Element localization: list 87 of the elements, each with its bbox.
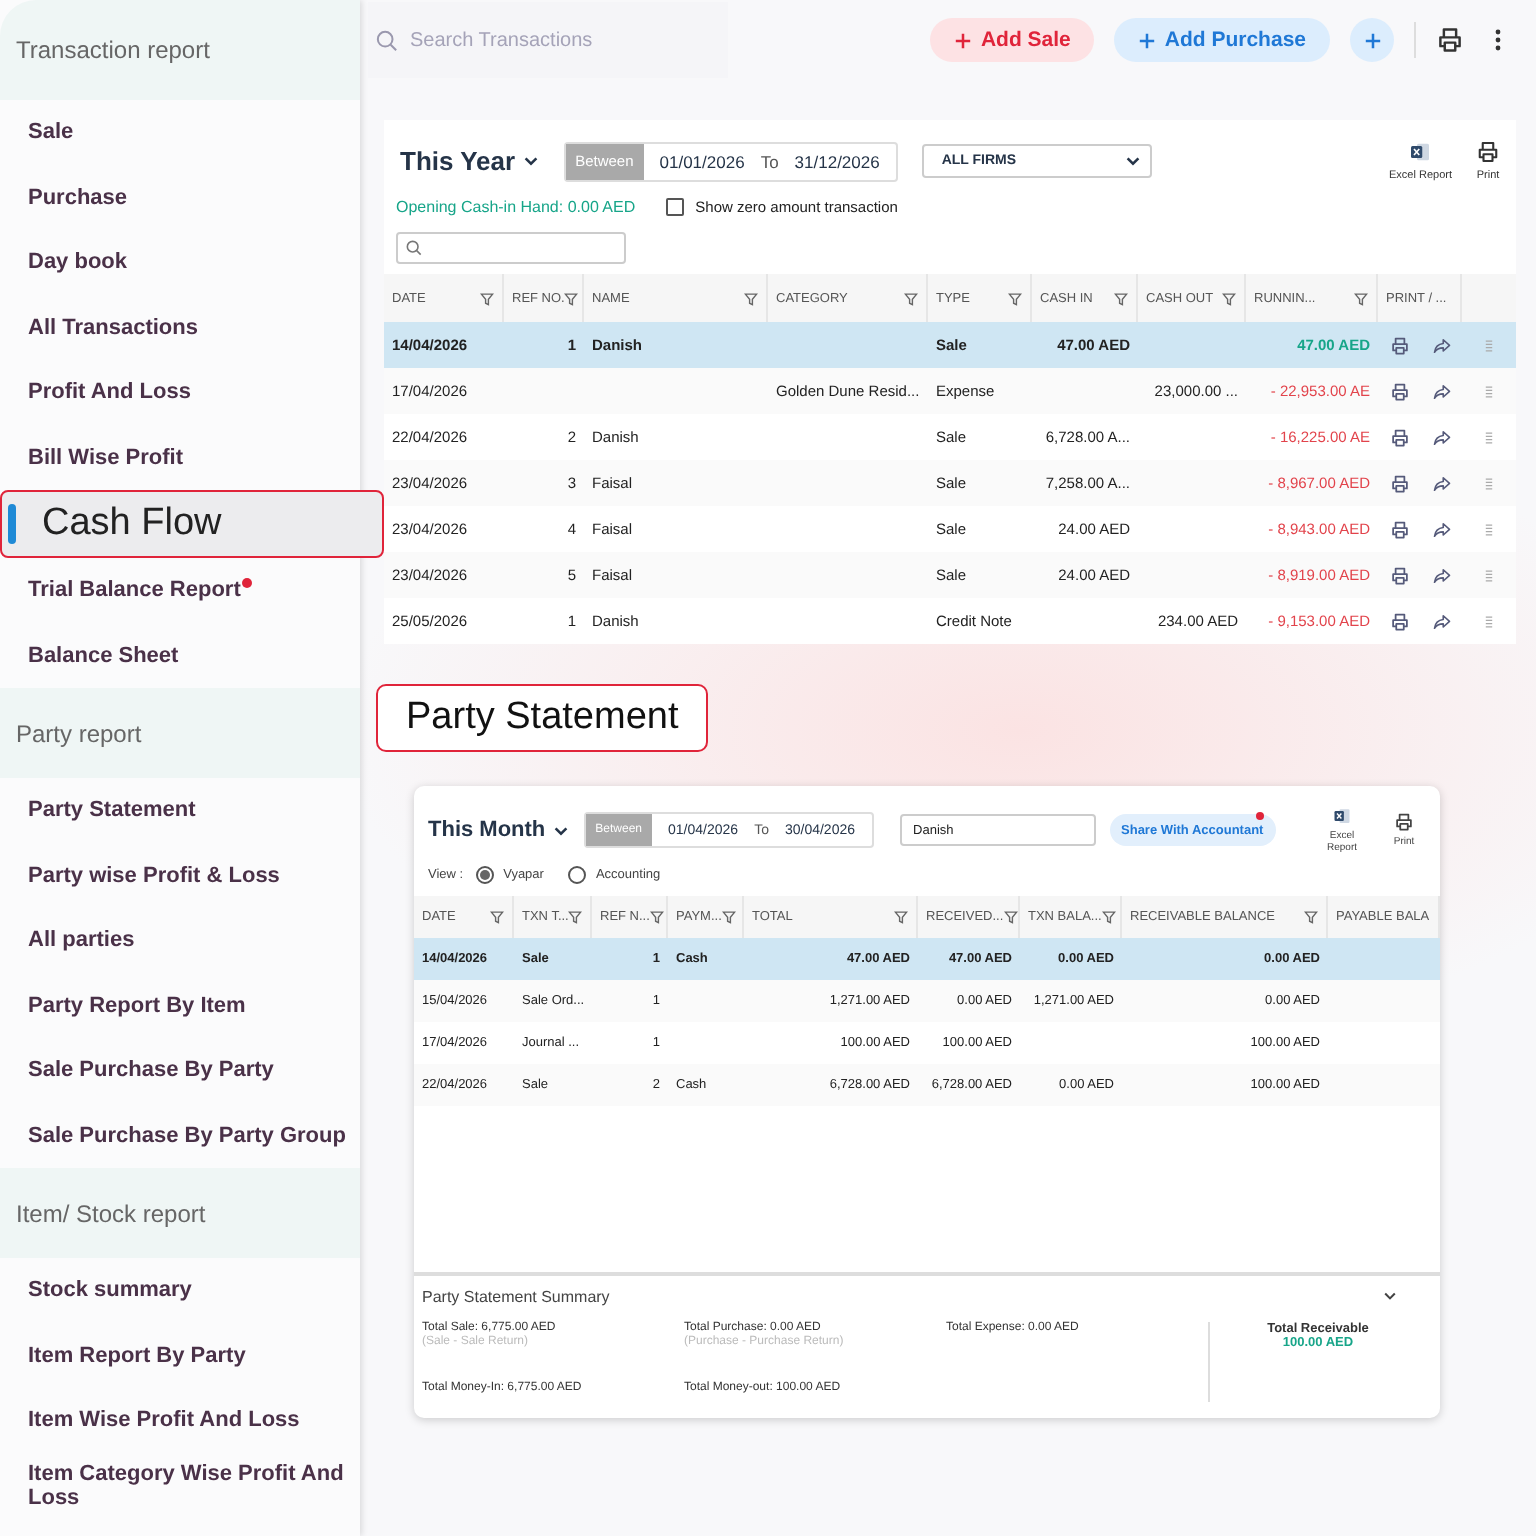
caret-icon[interactable] [521, 152, 540, 170]
sidebar-item[interactable]: Profit And Loss [0, 360, 360, 425]
to-label: To [760, 151, 779, 171]
sidebar-item[interactable]: Day book [0, 230, 360, 295]
add-purchase-button[interactable]: Add Purchase [1114, 18, 1330, 62]
sidebar-item[interactable]: Bill Wise Profit [0, 425, 360, 490]
section-callout: Party Statement [376, 684, 709, 752]
table-search-field[interactable] [396, 232, 626, 264]
sidebar-item[interactable]: Party Statement [0, 778, 360, 843]
print-icon[interactable] [1394, 812, 1414, 832]
search-icon [406, 240, 422, 256]
plus-icon [1363, 31, 1381, 49]
sidebar-item[interactable]: Stock summary [0, 1258, 360, 1323]
filter-icon[interactable] [490, 910, 504, 924]
share-icon[interactable] [1431, 611, 1451, 631]
share-icon[interactable] [1431, 473, 1451, 493]
sidebar-item[interactable]: Purchase [0, 165, 360, 230]
sidebar-section-title: Transaction report [0, 0, 360, 100]
filter-icon[interactable] [744, 291, 758, 305]
print-icon[interactable] [1389, 565, 1409, 585]
sidebar-item[interactable]: All Transactions [0, 295, 360, 360]
share-icon[interactable] [1431, 565, 1451, 585]
print-icon[interactable] [1389, 611, 1409, 631]
filter-icon[interactable] [568, 910, 583, 924]
drag-handle-icon[interactable] [1484, 475, 1494, 491]
sidebar-item[interactable]: All parties [0, 908, 360, 973]
from-date[interactable]: 01/01/2026 [643, 151, 761, 171]
search-icon [376, 29, 398, 51]
print-icon[interactable] [1436, 26, 1464, 54]
filter-icon[interactable] [1222, 291, 1236, 305]
sidebar-item[interactable]: Sale [0, 100, 360, 165]
sidebar-item[interactable]: Sale Purchase By Party [0, 1038, 360, 1103]
filter-icon[interactable] [1304, 910, 1318, 924]
sidebar-item[interactable]: Item Wise Profit And Loss [0, 1388, 360, 1453]
sidebar-item[interactable]: Sale Purchase By Party Group [0, 1103, 360, 1168]
add-sale-button[interactable]: Add Sale [930, 18, 1095, 62]
print-icon[interactable] [1389, 473, 1409, 493]
drag-handle-icon[interactable] [1484, 521, 1494, 537]
sidebar-item[interactable]: Item Category Wise Profit And Loss [0, 1453, 360, 1518]
sidebar-section-title: Party report [0, 688, 360, 778]
spreadsheet-icon[interactable] [1408, 140, 1433, 164]
period-dropdown[interactable]: This Month [428, 818, 570, 842]
opening-cash-text: Opening Cash-in Hand: 0.00 AED [396, 198, 636, 216]
share-icon[interactable] [1431, 335, 1451, 355]
share-icon[interactable] [1431, 381, 1451, 401]
filter-icon[interactable] [1114, 291, 1128, 305]
print-icon[interactable] [1389, 519, 1409, 539]
caret-icon[interactable] [1123, 152, 1142, 170]
plus-icon [1138, 31, 1157, 49]
drag-handle-icon[interactable] [1484, 613, 1494, 629]
drag-handle-icon[interactable] [1484, 383, 1494, 399]
drag-handle-icon[interactable] [1484, 429, 1494, 445]
sidebar-item[interactable]: Cash Flow [0, 490, 384, 558]
caret-icon[interactable] [551, 821, 570, 839]
to-date[interactable]: 31/12/2026 [778, 151, 896, 171]
filter-icon[interactable] [1008, 291, 1022, 305]
sidebar-item[interactable]: Balance Sheet [0, 623, 360, 688]
filter-icon[interactable] [564, 291, 579, 305]
print-icon[interactable] [1476, 140, 1500, 164]
sidebar-item[interactable]: Trial Balance Report [0, 558, 360, 623]
share-icon[interactable] [1431, 427, 1451, 447]
filter-icon[interactable] [1003, 910, 1018, 924]
filter-icon[interactable] [1101, 910, 1116, 924]
print-icon[interactable] [1389, 427, 1409, 447]
radio-button[interactable] [475, 866, 494, 884]
drag-handle-icon[interactable] [1484, 567, 1494, 583]
sidebar-item[interactable]: Party Report By Item [0, 973, 360, 1038]
summary-title: Party Statement Summary [422, 1288, 610, 1306]
filter-icon[interactable] [721, 910, 736, 924]
filter-icon[interactable] [480, 291, 494, 305]
period-dropdown[interactable]: This Year [400, 146, 540, 176]
filter-icon[interactable] [649, 910, 664, 924]
checkbox[interactable] [665, 198, 684, 216]
sidebar-item[interactable]: Party wise Profit & Loss [0, 843, 360, 908]
sidebar-section-title: Item/ Stock report [0, 1168, 360, 1258]
chevron-icon[interactable] [1382, 1288, 1398, 1304]
filter-icon[interactable] [904, 291, 918, 305]
radio-button[interactable] [567, 866, 586, 884]
filter-icon[interactable] [1354, 291, 1368, 305]
print-icon[interactable] [1389, 381, 1409, 401]
spreadsheet-icon[interactable] [1332, 806, 1352, 826]
drag-handle-icon[interactable] [1484, 337, 1494, 353]
plus-icon [954, 31, 973, 49]
filter-icon[interactable] [894, 910, 908, 924]
sidebar-item[interactable]: Item Report By Party [0, 1323, 360, 1388]
share-icon[interactable] [1431, 519, 1451, 539]
add-button[interactable] [1350, 18, 1394, 62]
